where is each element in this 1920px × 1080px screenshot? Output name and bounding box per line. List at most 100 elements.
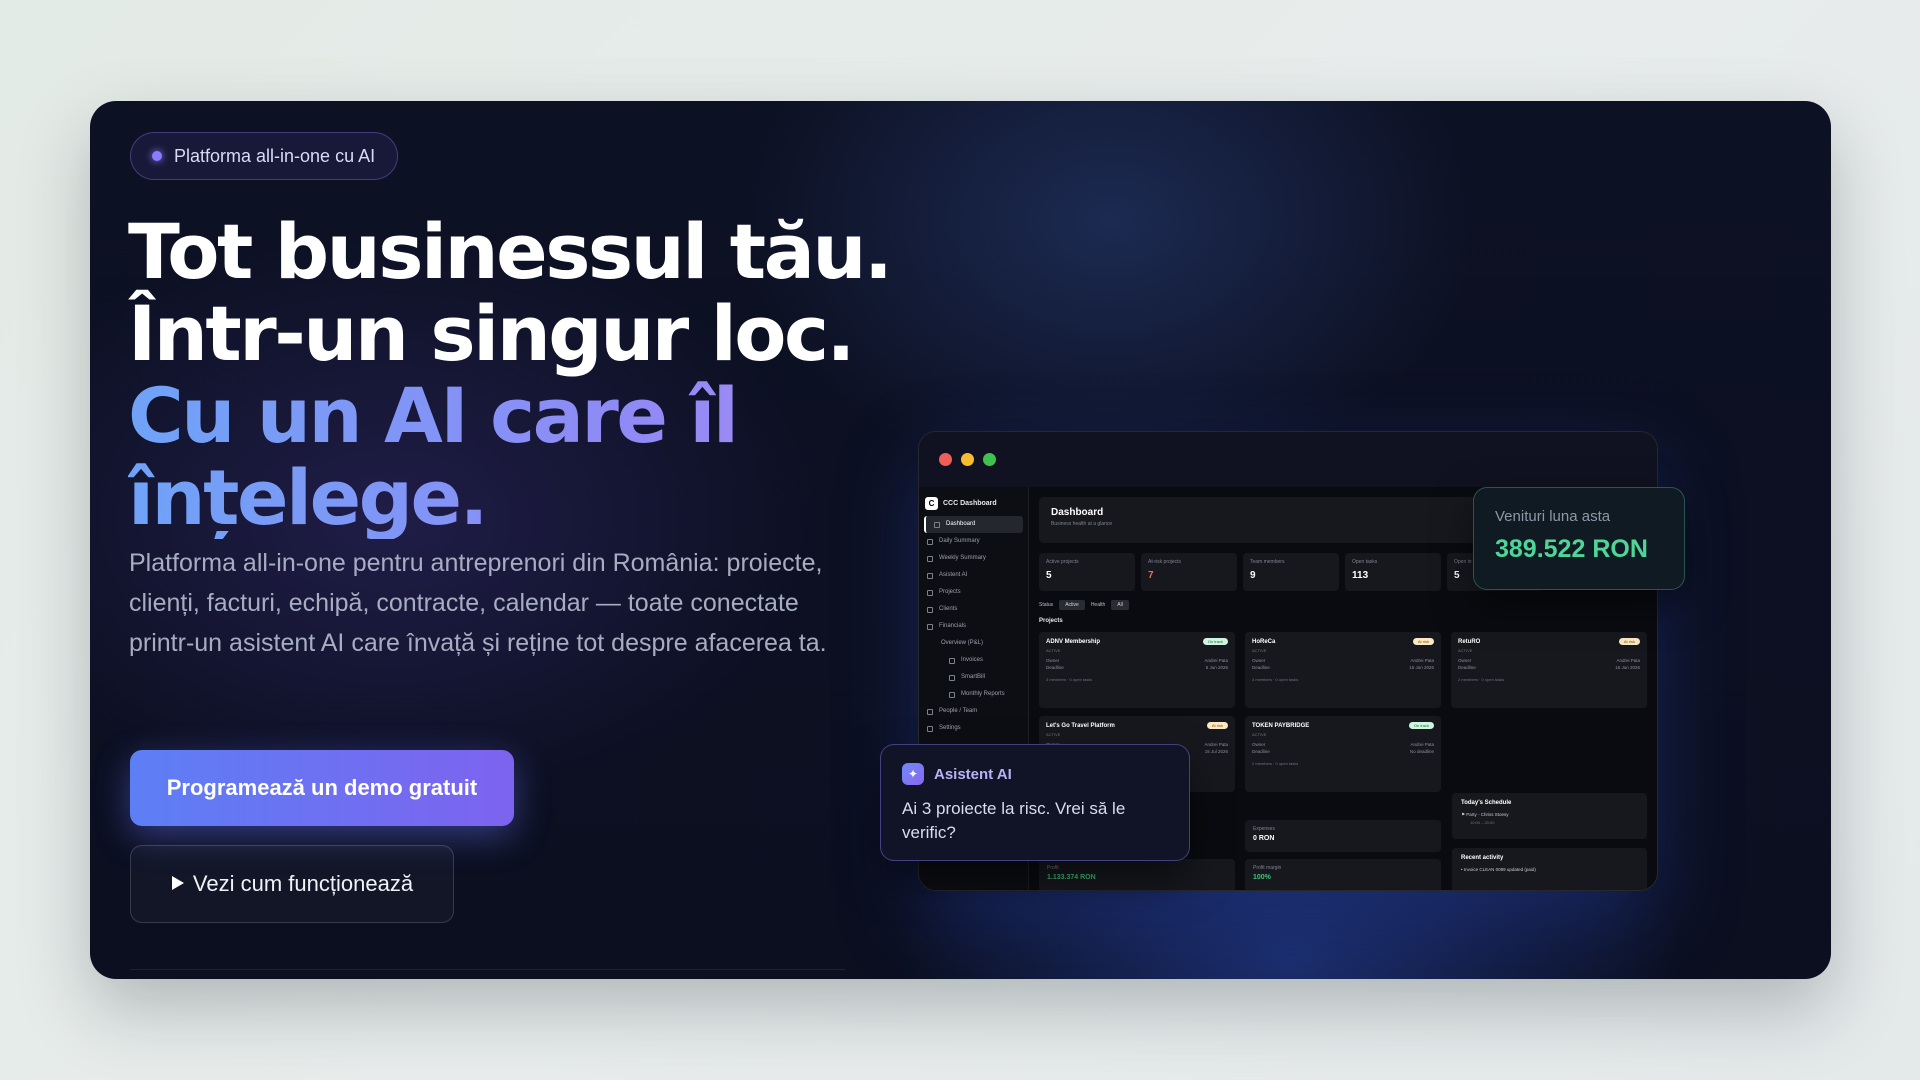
mock-nav-projects[interactable]: Projects xyxy=(919,584,1028,601)
deadline-value: 15 Jun 2026 xyxy=(1615,665,1640,670)
project-footer: 2 members · 0 open tasks xyxy=(1252,761,1299,766)
mock-nav-monthly-reports[interactable]: Monthly Reports xyxy=(919,686,1028,703)
ai-assistant-card[interactable]: ✦ Asistent AI Ai 3 proiecte la risc. Vre… xyxy=(880,744,1190,861)
deadline-label: Deadline xyxy=(1252,665,1270,670)
owner-label: Owner xyxy=(1252,742,1266,747)
project-name: TOKEN PAYBRIDGE xyxy=(1252,723,1310,729)
mock-nav-smartbill[interactable]: SmartBill xyxy=(919,669,1028,686)
revenue-card: Venituri luna asta 389.522 RON xyxy=(1473,487,1685,590)
nav-label: Clients xyxy=(939,606,958,612)
revenue-label: Venituri luna asta xyxy=(1495,508,1611,525)
mock-nav-people[interactable]: People / Team xyxy=(919,703,1028,720)
clients-icon xyxy=(927,606,933,613)
mock-nav-invoices[interactable]: Invoices xyxy=(919,652,1028,669)
mock-nav-settings[interactable]: Settings xyxy=(919,720,1028,737)
mock-nav-overview[interactable]: Overview (P&L) xyxy=(919,635,1028,652)
activity-title: Recent activity xyxy=(1461,855,1504,861)
project-name: RetuRO xyxy=(1458,639,1481,645)
nav-label: SmartBill xyxy=(961,674,986,680)
activity-item: Invoice CLEAN 0089 updated (paid) xyxy=(1463,867,1536,872)
profit-label: Profit xyxy=(1047,865,1059,871)
how-it-works-button[interactable]: Vezi cum funcționează xyxy=(130,845,454,923)
mock-nav-clients[interactable]: Clients xyxy=(919,601,1028,618)
book-demo-button[interactable]: Programează un demo gratuit xyxy=(130,750,514,826)
mock-nav: Dashboard Daily Summary Weekly Summary A… xyxy=(919,516,1028,737)
health-filter-label: Health xyxy=(1090,602,1106,608)
project-status: ACTIVE xyxy=(1046,732,1061,737)
margin-label: Profit margin xyxy=(1253,865,1282,871)
mock-nav-ai-assistant[interactable]: Asistent AI xyxy=(919,567,1028,584)
status-filter-select[interactable]: Active xyxy=(1059,600,1085,610)
close-dot-icon xyxy=(939,453,952,466)
project-card[interactable]: TOKEN PAYBRIDGE ACTIVE On track Owner And… xyxy=(1245,716,1441,792)
project-health-badge: At risk xyxy=(1618,638,1640,645)
headline-line-1: Tot businessul tău. xyxy=(128,207,893,296)
mock-brand-logo: C xyxy=(925,497,938,510)
schedule-time: 10:00 – 20:00 xyxy=(1470,820,1495,825)
badge-label: Platforma all-in-one cu AI xyxy=(174,145,376,166)
stat-card: Open tasks 113 xyxy=(1345,553,1441,591)
margin-card: Profit margin 100% xyxy=(1245,859,1441,890)
project-card[interactable]: RetuRO ACTIVE At risk Owner Andrei Pata D… xyxy=(1451,632,1647,708)
nav-label: Financials xyxy=(939,623,967,629)
project-health-badge: On track xyxy=(1408,722,1434,729)
status-filter-label: Status xyxy=(1039,602,1054,608)
nav-label: Dashboard xyxy=(946,521,976,527)
project-status: ACTIVE xyxy=(1252,732,1267,737)
nav-label: Overview (P&L) xyxy=(941,640,984,646)
mock-nav-weekly-summary[interactable]: Weekly Summary xyxy=(919,550,1028,567)
stat-value: 9 xyxy=(1250,570,1256,581)
mock-nav-daily-summary[interactable]: Daily Summary xyxy=(919,533,1028,550)
divider xyxy=(130,969,845,970)
ai-assistant-message: Ai 3 proiecte la risc. Vrei să le verifi… xyxy=(902,799,1126,842)
deadline-value: 15 Jul 2026 xyxy=(1204,749,1228,754)
project-health-badge: At risk xyxy=(1412,638,1434,645)
project-name: Let's Go Travel Platform xyxy=(1046,723,1115,729)
mock-brand: C CCC Dashboard xyxy=(919,487,1028,516)
mock-nav-dashboard[interactable]: Dashboard xyxy=(924,516,1023,533)
nav-label: Daily Summary xyxy=(939,538,980,544)
file-icon xyxy=(949,691,955,698)
sparkle-icon: ✦ xyxy=(902,763,924,785)
grid-icon xyxy=(934,521,940,528)
project-card[interactable]: HoReCa ACTIVE At risk Owner Andrei Pata D… xyxy=(1245,632,1441,708)
project-name: ADNV Membership xyxy=(1046,639,1101,645)
stat-card: At-risk projects 7 xyxy=(1141,553,1237,591)
play-icon xyxy=(171,871,185,897)
activity-panel: Recent activity • Invoice CLEAN 0089 upd… xyxy=(1452,848,1647,890)
people-icon xyxy=(927,708,933,715)
minimize-dot-icon xyxy=(961,453,974,466)
project-status: ACTIVE xyxy=(1458,648,1473,653)
deadline-value: 15 Jun 2026 xyxy=(1409,665,1434,670)
project-footer: 2 members · 0 open tasks xyxy=(1458,677,1505,682)
nav-label: Invoices xyxy=(961,657,984,663)
profit-card: Profit 1.133.374 RON xyxy=(1039,859,1235,890)
stat-value: 113 xyxy=(1352,570,1369,581)
sun-icon xyxy=(927,538,933,545)
stat-label: Active projects xyxy=(1046,559,1079,565)
health-filter-select[interactable]: All xyxy=(1111,600,1129,610)
project-health-badge: At risk xyxy=(1206,722,1228,729)
hero-card: Platforma all-in-one cu AI Tot businessu… xyxy=(90,101,1831,979)
ai-assistant-header: ✦ Asistent AI xyxy=(902,763,1168,785)
how-it-works-label: Vezi cum funcționează xyxy=(192,871,414,896)
stat-label: Team members xyxy=(1250,559,1285,565)
owner-value: Andrei Pata xyxy=(1204,658,1228,663)
hero-headline: Tot businessul tău. Într-un singur loc. … xyxy=(128,211,1028,539)
schedule-item: Party - Chriss Stoesy xyxy=(1466,812,1509,817)
maximize-dot-icon xyxy=(983,453,996,466)
project-card[interactable]: ADNV Membership ACTIVE On track Owner And… xyxy=(1039,632,1235,708)
ai-assistant-title: Asistent AI xyxy=(934,765,1012,783)
stat-label: Open tasks xyxy=(1352,559,1378,565)
mock-nav-financials[interactable]: Financials xyxy=(919,618,1028,635)
owner-value: Andrei Pata xyxy=(1410,658,1434,663)
nav-label: People / Team xyxy=(939,708,978,714)
mock-filters: Status Active Health All xyxy=(1039,600,1129,610)
owner-value: Andrei Pata xyxy=(1410,742,1434,747)
expenses-label: Expenses xyxy=(1253,826,1275,832)
owner-value: Andrei Pata xyxy=(1204,742,1228,747)
project-footer: 3 members · 0 open tasks xyxy=(1046,677,1093,682)
file-icon xyxy=(949,674,955,681)
project-name: HoReCa xyxy=(1252,639,1276,645)
deadline-label: Deadline xyxy=(1046,665,1064,670)
